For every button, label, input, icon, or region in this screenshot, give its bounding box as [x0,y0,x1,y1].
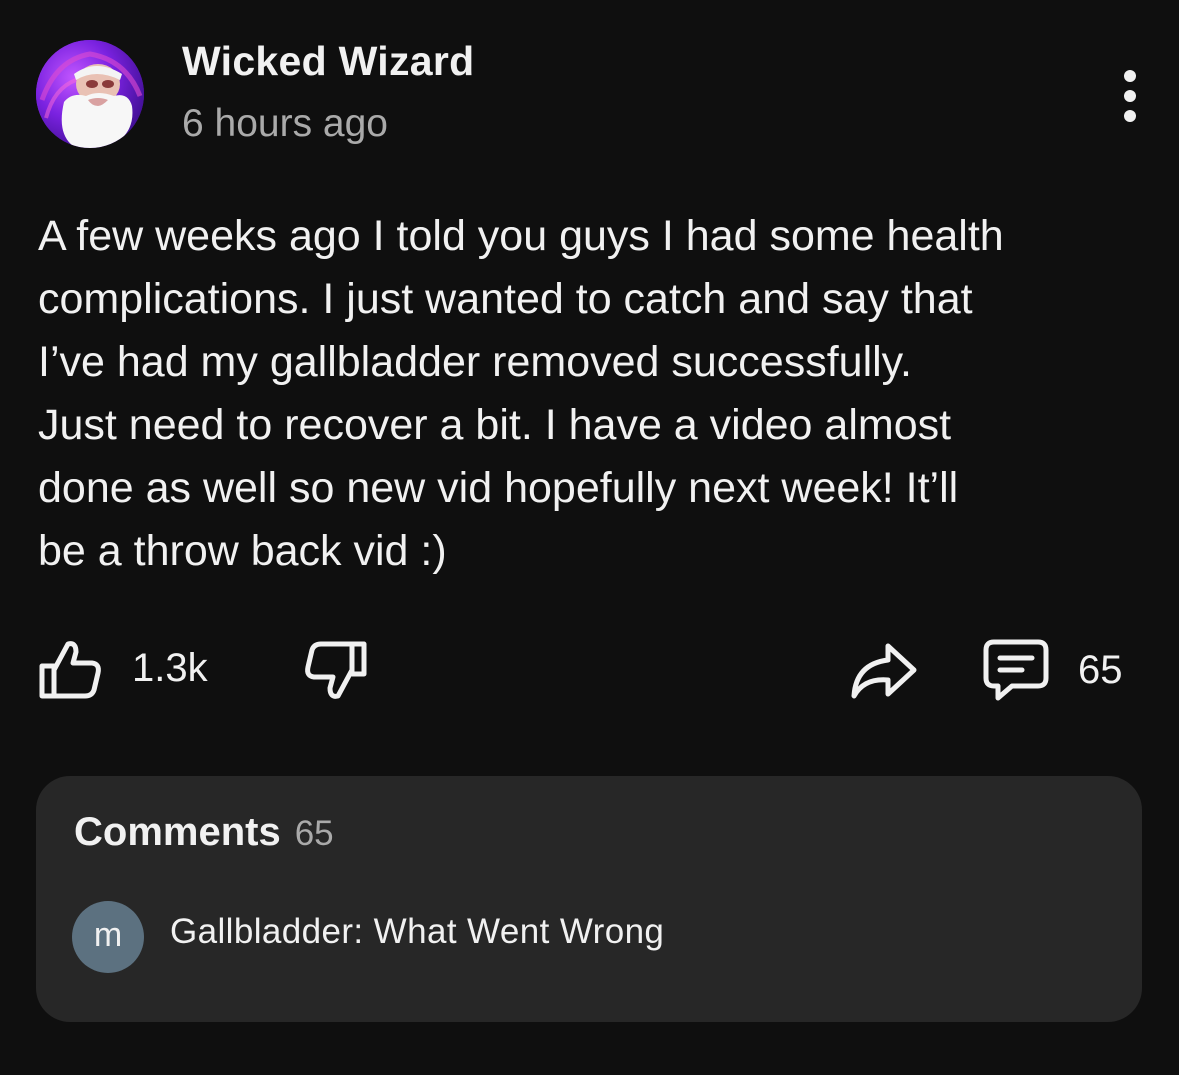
comments-count: 65 [294,814,334,853]
comments-header: Comments 65 [74,810,334,855]
thumbs-down-icon [305,641,367,699]
post-text: A few weeks ago I told you guys I had so… [38,212,1004,575]
community-post: Wicked Wizard 6 hours ago A few weeks ag… [0,0,1179,1075]
top-comment-text: Gallbladder: What Went Wrong [170,912,665,951]
comment-count: 65 [1078,647,1123,692]
author-avatar[interactable] [36,40,144,148]
thumbs-up-icon [39,641,101,699]
wizard-avatar-icon [36,40,144,148]
commenter-avatar: m [72,901,144,973]
more-vertical-icon [1124,70,1136,122]
like-button[interactable]: 1.3k [38,636,208,700]
dislike-button[interactable] [300,640,368,704]
share-button[interactable] [848,640,918,700]
more-options-button[interactable] [1108,64,1152,128]
comments-button[interactable]: 65 [982,638,1123,702]
post-time: 6 hours ago [182,102,388,145]
comments-title: Comments [74,810,281,854]
share-icon [851,643,917,699]
author-name[interactable]: Wicked Wizard [182,38,475,85]
action-bar: 1.3k 65 [0,630,1179,710]
comment-icon [983,639,1049,701]
comments-preview[interactable]: Comments 65 m Gallbladder: What Went Wron… [36,776,1142,1022]
like-count: 1.3k [132,645,208,690]
